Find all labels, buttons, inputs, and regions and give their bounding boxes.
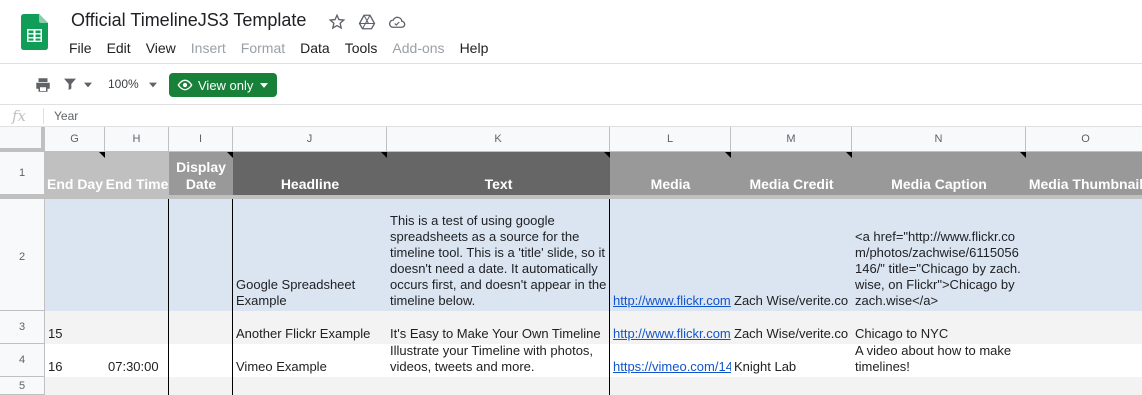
print-icon[interactable] [34,76,52,94]
column-header-k[interactable]: K [387,127,610,152]
cell-m2[interactable]: Zach Wise/verite.co [731,199,852,311]
column-header-n[interactable]: N [852,127,1026,152]
media-link[interactable]: http://www.flickr.com [613,293,731,309]
column-header-j[interactable]: J [233,127,387,152]
row-header-2[interactable]: 2 [0,195,45,311]
sheets-logo-icon[interactable] [21,14,48,50]
menu-format[interactable]: Format [241,40,285,56]
cell-g4[interactable]: 16 [45,344,105,377]
row-header-5[interactable]: 5 [0,377,45,395]
formula-divider [43,108,44,124]
star-icon[interactable] [328,13,346,31]
view-only-button[interactable]: View only [169,73,277,97]
media-link[interactable]: http://www.flickr.com [613,326,731,342]
row-header-4[interactable]: 4 [0,344,45,377]
column-header-l[interactable]: L [610,127,731,152]
comment-marker-icon [381,152,387,158]
header-headline[interactable]: Headline [233,152,387,195]
cell-k3[interactable]: It's Easy to Make Your Own Timeline [387,311,610,344]
menu-view[interactable]: View [146,40,176,56]
header-media-thumbnail[interactable]: Media Thumbnail [1026,152,1142,195]
chevron-down-icon[interactable] [84,82,92,88]
cell-m3[interactable]: Zach Wise/verite.co [731,311,852,344]
top-bar: Official TimelineJS3 Template File Edit … [0,0,1142,64]
row-5-background [45,377,1142,395]
comment-marker-icon [227,152,233,158]
header-end-day[interactable]: End Day [45,152,105,195]
menu-tools[interactable]: Tools [345,40,378,56]
header-media-caption[interactable]: Media Caption [852,152,1026,195]
cell-j4[interactable]: Vimeo Example [233,344,387,377]
comment-marker-icon [99,152,105,158]
header-display-date[interactable]: Display Date [169,152,233,195]
document-title[interactable]: Official TimelineJS3 Template [71,10,306,31]
view-only-chevron-icon [260,82,269,88]
header-end-time[interactable]: End Time [105,152,169,195]
formula-bar: fx Year [0,105,1142,127]
cell-n3[interactable]: Chicago to NYC [852,311,1026,344]
column-header-g[interactable]: G [45,127,105,152]
select-all-corner[interactable] [0,127,45,152]
row-header-3[interactable]: 3 [0,311,45,344]
cell-n2[interactable]: <a href="http://www.flickr.com/photos/za… [852,199,1026,311]
cell-h4[interactable]: 07:30:00 [105,344,169,377]
comment-marker-icon [1020,152,1026,158]
menu-bar: File Edit View Insert Format Data Tools … [69,40,503,56]
comment-marker-icon [604,152,610,158]
menu-insert[interactable]: Insert [191,40,226,56]
media-link[interactable]: https://vimeo.com/14 [613,359,731,375]
cell-j3[interactable]: Another Flickr Example [233,311,387,344]
zoom-chevron-icon[interactable] [149,82,157,88]
row-header-1[interactable]: 1 [0,152,45,195]
cell-g3[interactable]: 15 [45,311,105,344]
menu-addons[interactable]: Add-ons [392,40,444,56]
cell-j2[interactable]: Google Spreadsheet Example [233,199,387,311]
column-header-o[interactable]: O [1026,127,1142,152]
cell-k4[interactable]: Illustrate your Timeline with photos, vi… [387,344,610,377]
header-text[interactable]: Text [387,152,610,195]
eye-icon [177,79,193,91]
cell-m4[interactable]: Knight Lab [731,344,852,377]
view-only-label: View only [198,77,254,93]
cell-l4[interactable]: https://vimeo.com/14 [610,344,731,377]
menu-help[interactable]: Help [460,40,489,56]
comment-marker-icon [725,152,731,158]
drive-icon[interactable] [358,13,376,31]
spreadsheet-grid: G H I J K L M N O 1 2 3 4 5 End Day End … [0,127,1142,395]
column-header-i[interactable]: I [169,127,233,152]
column-header-h[interactable]: H [105,127,169,152]
formula-input[interactable]: Year [54,109,78,123]
menu-file[interactable]: File [69,40,92,56]
cell-l3[interactable]: http://www.flickr.com [610,311,731,344]
filter-icon[interactable] [62,76,78,92]
fx-icon: fx [12,107,27,125]
cell-l2[interactable]: http://www.flickr.com [610,199,731,311]
comment-marker-icon [846,152,852,158]
cloud-icon[interactable] [388,13,406,31]
menu-data[interactable]: Data [300,40,330,56]
cell-n4[interactable]: A video about how to make timelines! [852,344,1026,377]
header-media-credit[interactable]: Media Credit [731,152,852,195]
cell-k2[interactable]: This is a test of using google spreadshe… [387,199,610,311]
column-header-m[interactable]: M [731,127,852,152]
header-media[interactable]: Media [610,152,731,195]
zoom-select[interactable]: 100% [108,77,139,91]
menu-edit[interactable]: Edit [107,40,131,56]
